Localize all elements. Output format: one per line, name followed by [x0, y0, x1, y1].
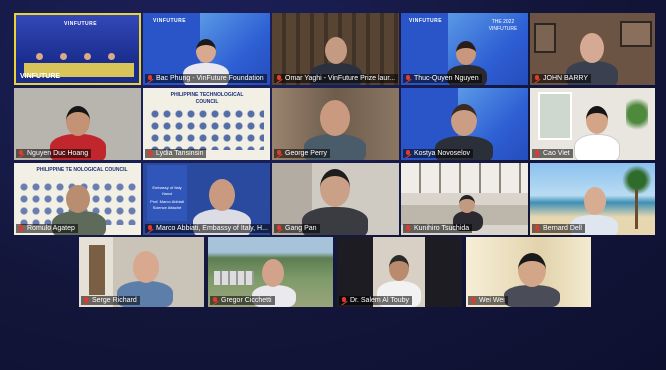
video-tile-vinfuture[interactable]: VINFUTURE VINFUTURE	[14, 13, 141, 85]
mic-muted-icon	[147, 74, 153, 83]
mic-muted-icon	[83, 296, 89, 305]
vinfuture-logo: VINFUTURE	[64, 21, 98, 27]
participant-name-tag: George Perry	[274, 149, 331, 158]
embassy-line-3: Prof. Marco Abbiati	[150, 199, 184, 204]
ptc-banner-title: PHILIPPINE TECHNOLOGICAL COUNCIL	[170, 92, 244, 105]
banner-title: THE 2022 VINFUTURE	[488, 19, 518, 32]
video-tile-thuc-quyen-nguyen[interactable]: VINFUTURE THE 2022 VINFUTURE Thuc-Quyen …	[401, 13, 528, 85]
video-tile-serge-richard[interactable]: Serge Richard	[79, 237, 204, 307]
video-tile-george-perry[interactable]: George Perry	[272, 88, 399, 160]
embassy-card: Embassy of Italy Hanoi Prof. Marco Abbia…	[147, 165, 187, 221]
participant-name-tag: Gang Pan	[274, 224, 320, 233]
mic-muted-icon	[405, 149, 411, 158]
video-tile-bac-phung[interactable]: VINFUTURE Bac Phung - VinFuture Foundati…	[143, 13, 270, 85]
mic-muted-icon	[405, 224, 411, 233]
door	[89, 245, 105, 295]
participant-name-tag: JOHN BARRY	[532, 74, 591, 83]
ptc-banner-title: PHILIPPINE TE NOLOGICAL COUNCIL	[36, 167, 128, 173]
mic-muted-icon	[405, 74, 411, 83]
member-logos-grid	[149, 108, 264, 150]
participant-name-tag: Bernard Dell	[532, 224, 585, 233]
mic-muted-icon	[147, 224, 153, 233]
mic-muted-icon	[18, 224, 24, 233]
vinfuture-logo: VINFUTURE	[153, 18, 187, 24]
participant-name-tag: Kunihiro Tsuchida	[403, 224, 473, 233]
mic-muted-icon	[534, 224, 540, 233]
mic-muted-icon	[18, 149, 24, 158]
participant-name-tag: Nguyen Duc Hoang	[16, 149, 92, 158]
participant-name-tag: Bac Phung - VinFuture Foundation	[145, 74, 267, 83]
participant-name-tag: Romulo Agatep	[16, 224, 78, 233]
wall-frames	[534, 23, 556, 53]
participant-name-tag: Marco Abbiati, Embassy of Italy, H...	[145, 224, 270, 233]
embassy-line-1: Embassy of Italy	[152, 185, 182, 190]
participant-name-tag: Thuc-Quyen Nguyen	[403, 74, 482, 83]
buildings	[214, 271, 254, 285]
video-tile-marco-abbiati[interactable]: Embassy of Italy Hanoi Prof. Marco Abbia…	[143, 163, 270, 235]
window-backdrop	[538, 92, 572, 140]
video-tile-nguyen-duc-hoang[interactable]: Nguyen Duc Hoang	[14, 88, 141, 160]
participant-name-tag: Gregor Cicchetti	[210, 296, 275, 305]
mic-muted-icon	[534, 149, 540, 158]
participant-name-tag: Omar Yaghi - VinFuture Prize laur...	[274, 74, 399, 83]
participant-name-tag: Serge Richard	[81, 296, 140, 305]
participant-name-tag: VINFUTURE	[20, 73, 61, 80]
video-tile-bernard-dell[interactable]: Bernard Dell	[530, 163, 655, 235]
palm-trunk	[635, 189, 638, 229]
video-tile-lydia-tansinsin[interactable]: PHILIPPINE TECHNOLOGICAL COUNCIL Lydia T…	[143, 88, 270, 160]
mic-muted-icon	[147, 149, 153, 158]
mic-muted-icon	[276, 74, 282, 83]
mic-muted-icon	[276, 149, 282, 158]
participant-name-tag: Cao Viet	[532, 149, 573, 158]
video-tile-kostya-novoselov[interactable]: Kostya Novoselov	[401, 88, 528, 160]
mic-muted-icon	[534, 74, 540, 83]
video-tile-omar-yaghi[interactable]: Omar Yaghi - VinFuture Prize laur...	[272, 13, 399, 85]
video-tile-john-barry[interactable]: JOHN BARRY	[530, 13, 655, 85]
participant-name-tag: Dr. Salem Al Touby	[339, 296, 413, 305]
video-tile-gang-pan[interactable]: Gang Pan	[272, 163, 399, 235]
plant	[626, 94, 648, 134]
participant-name-tag: Kostya Novoselov	[403, 149, 474, 158]
participant-name-tag: Lydia Tansinsin	[145, 149, 207, 158]
video-tile-gregor-cicchetti[interactable]: Gregor Cicchetti	[208, 237, 333, 307]
mic-muted-icon	[276, 224, 282, 233]
participant-name-tag: Wei Wei	[468, 296, 508, 305]
video-tile-cao-viet[interactable]: Cao Viet	[530, 88, 655, 160]
office-windows	[401, 163, 528, 193]
video-tile-salem-al-touby[interactable]: Dr. Salem Al Touby	[337, 237, 462, 307]
mic-muted-icon	[341, 296, 347, 305]
video-tile-wei-wei[interactable]: Wei Wei	[466, 237, 591, 307]
vinfuture-logo: VINFUTURE	[409, 18, 443, 24]
embassy-line-4: Science Attaché	[152, 205, 182, 210]
video-tile-kunihiro-tsuchida[interactable]: Kunihiro Tsuchida	[401, 163, 528, 235]
mic-muted-icon	[470, 296, 476, 305]
wall-frames	[620, 21, 652, 47]
mic-muted-icon	[212, 296, 218, 305]
video-tile-romulo-agatep[interactable]: PHILIPPINE TE NOLOGICAL COUNCIL Romulo A…	[14, 163, 141, 235]
embassy-line-2: Hanoi	[161, 191, 173, 196]
